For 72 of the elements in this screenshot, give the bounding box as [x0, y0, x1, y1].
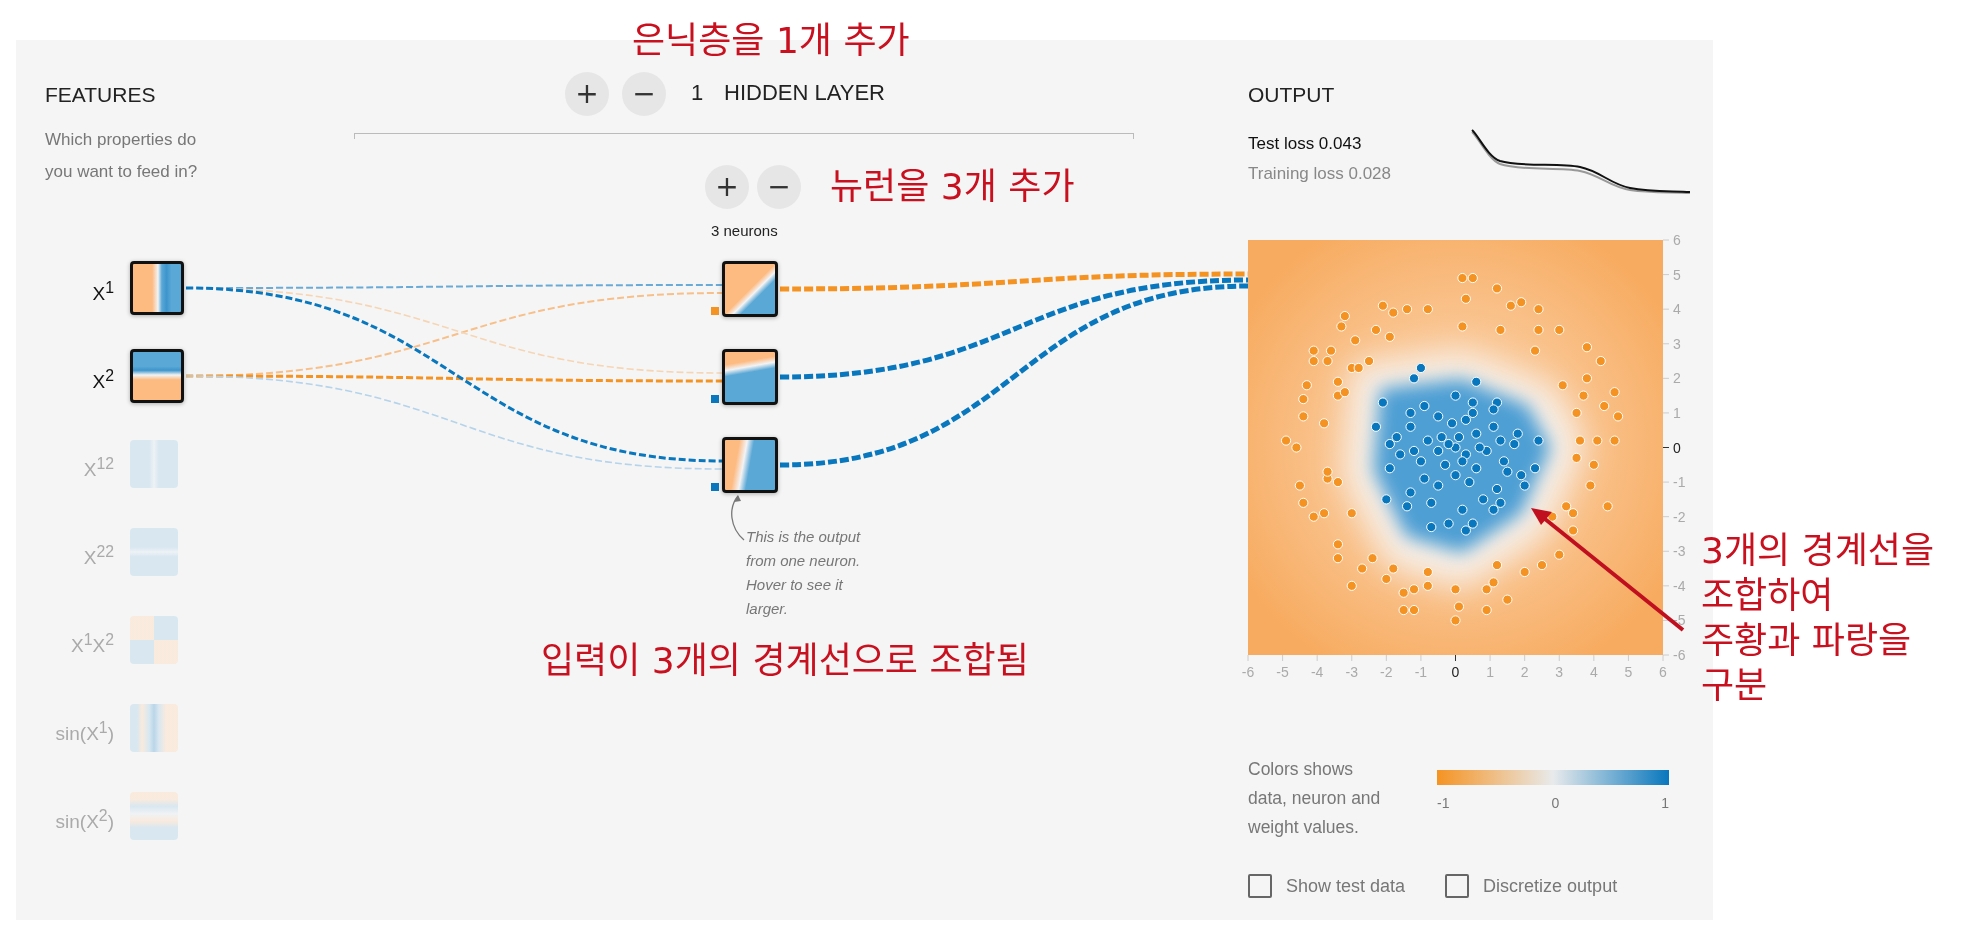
- legend-text: Colors shows data, neuron and weight values.: [1248, 758, 1382, 839]
- neuron-hint: This is the output from one neuron. Hover to see it larger.: [746, 527, 861, 619]
- y-tick-label: 2: [1673, 370, 1681, 387]
- y-tick-label: 1: [1673, 404, 1681, 421]
- feature-label: sin(X$^{2}$): [54, 806, 114, 835]
- option-label: Discretize output: [1483, 875, 1618, 897]
- x-tick-label: 0: [1451, 664, 1460, 680]
- remove-layer-button[interactable]: −: [622, 72, 666, 116]
- feature-label: sin(X$^{1}$): [54, 718, 114, 747]
- annotation-text: 은닉층을 1개 추가: [632, 19, 910, 63]
- neuron-node[interactable]: [722, 261, 778, 317]
- features-title: FEATURES: [45, 83, 156, 107]
- y-tick-label: -3: [1673, 543, 1686, 560]
- x-tick-label: 6: [1659, 664, 1667, 680]
- y-tick-label: -2: [1673, 508, 1686, 525]
- annotation-text: 3개의 경계선을 조합하여 주황과 파랑을 구분: [1701, 529, 1935, 708]
- y-tick-label: 3: [1673, 335, 1681, 352]
- y-tick-label: -5: [1673, 612, 1686, 629]
- scale-label: 1: [1661, 795, 1669, 811]
- checkbox[interactable]: [1445, 874, 1470, 898]
- weight-link[interactable]: [779, 283, 1248, 468]
- training-loss: Training loss 0.028: [1248, 163, 1392, 185]
- feature-node[interactable]: [130, 704, 178, 752]
- annotation-text: 뉴런을 3개 추가: [830, 165, 1075, 209]
- features-subtitle: Which properties do you want to feed in?: [45, 129, 198, 183]
- y-tick-label: 4: [1673, 301, 1681, 318]
- feature-label: X$^{22}$: [82, 542, 114, 571]
- x-tick-label: 4: [1589, 664, 1598, 680]
- scale-label: -1: [1437, 795, 1450, 811]
- pointer-arrow: [731, 495, 745, 541]
- output-title: OUTPUT: [1248, 83, 1335, 107]
- x-tick-label: -4: [1310, 664, 1324, 680]
- neuron-count: 3 neurons: [711, 222, 778, 239]
- checkbox[interactable]: [1248, 874, 1272, 898]
- y-tick-label: 6: [1673, 232, 1681, 248]
- x-tick-label: -2: [1380, 664, 1393, 680]
- feature-label: X$^{1}$X$^{2}$: [70, 630, 114, 659]
- y-tick-label: -1: [1673, 474, 1686, 491]
- feature-label: X$^{1}$: [91, 278, 114, 307]
- hidden-layer-label: HIDDEN LAYER: [724, 80, 885, 106]
- x-tick-label: 1: [1486, 664, 1494, 680]
- y-tick-label: 5: [1673, 266, 1681, 283]
- x-tick-label: 5: [1624, 664, 1633, 680]
- layer-count: 1: [691, 80, 704, 106]
- x-tick-label: -3: [1345, 664, 1358, 680]
- y-tick-label: 0: [1673, 439, 1681, 456]
- x-tick-label: -5: [1276, 664, 1289, 680]
- y-tick-label: -6: [1673, 647, 1686, 663]
- remove-neuron-button[interactable]: −: [757, 165, 801, 209]
- feature-node[interactable]: [130, 261, 184, 315]
- y-tick-label: -4: [1673, 577, 1686, 594]
- feature-node[interactable]: [130, 440, 178, 488]
- test-loss: Test loss 0.043: [1248, 133, 1363, 155]
- x-tick-label: -1: [1414, 664, 1428, 680]
- add-neuron-button[interactable]: +: [705, 165, 749, 209]
- feature-node[interactable]: [130, 792, 178, 840]
- feature-label: X$^{12}$: [82, 454, 114, 483]
- neuron-node[interactable]: [722, 437, 778, 493]
- neuron-node[interactable]: [722, 349, 778, 405]
- x-tick-label: 3: [1555, 664, 1564, 680]
- weight-link[interactable]: [780, 271, 1248, 292]
- feature-label: X$^{2}$: [91, 366, 114, 395]
- x-tick-label: -6: [1241, 664, 1255, 680]
- weight-link[interactable]: [779, 277, 1248, 380]
- scale-label: 0: [1551, 795, 1560, 811]
- option-label: Show test data: [1286, 875, 1406, 897]
- feature-node[interactable]: [130, 528, 178, 576]
- feature-node[interactable]: [130, 349, 184, 403]
- add-layer-button[interactable]: +: [565, 72, 609, 116]
- feature-node[interactable]: [130, 616, 178, 664]
- x-tick-label: 2: [1520, 664, 1529, 680]
- annotation-text: 입력이 3개의 경계선으로 조합됨: [541, 639, 1029, 683]
